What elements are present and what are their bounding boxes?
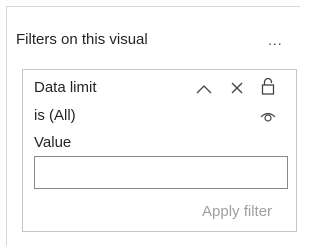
- value-input[interactable]: [34, 156, 288, 189]
- lock-icon[interactable]: [261, 77, 275, 95]
- pane-title: Filters on this visual: [16, 31, 148, 48]
- filter-title[interactable]: Data limit: [34, 79, 97, 96]
- value-label: Value: [34, 134, 72, 151]
- more-options-button[interactable]: ...: [268, 32, 283, 48]
- chevron-up-icon[interactable]: [196, 84, 212, 94]
- close-icon[interactable]: [231, 82, 243, 94]
- apply-filter-button[interactable]: Apply filter: [202, 203, 272, 220]
- filter-summary: is (All): [34, 107, 76, 124]
- eye-icon[interactable]: [260, 111, 276, 123]
